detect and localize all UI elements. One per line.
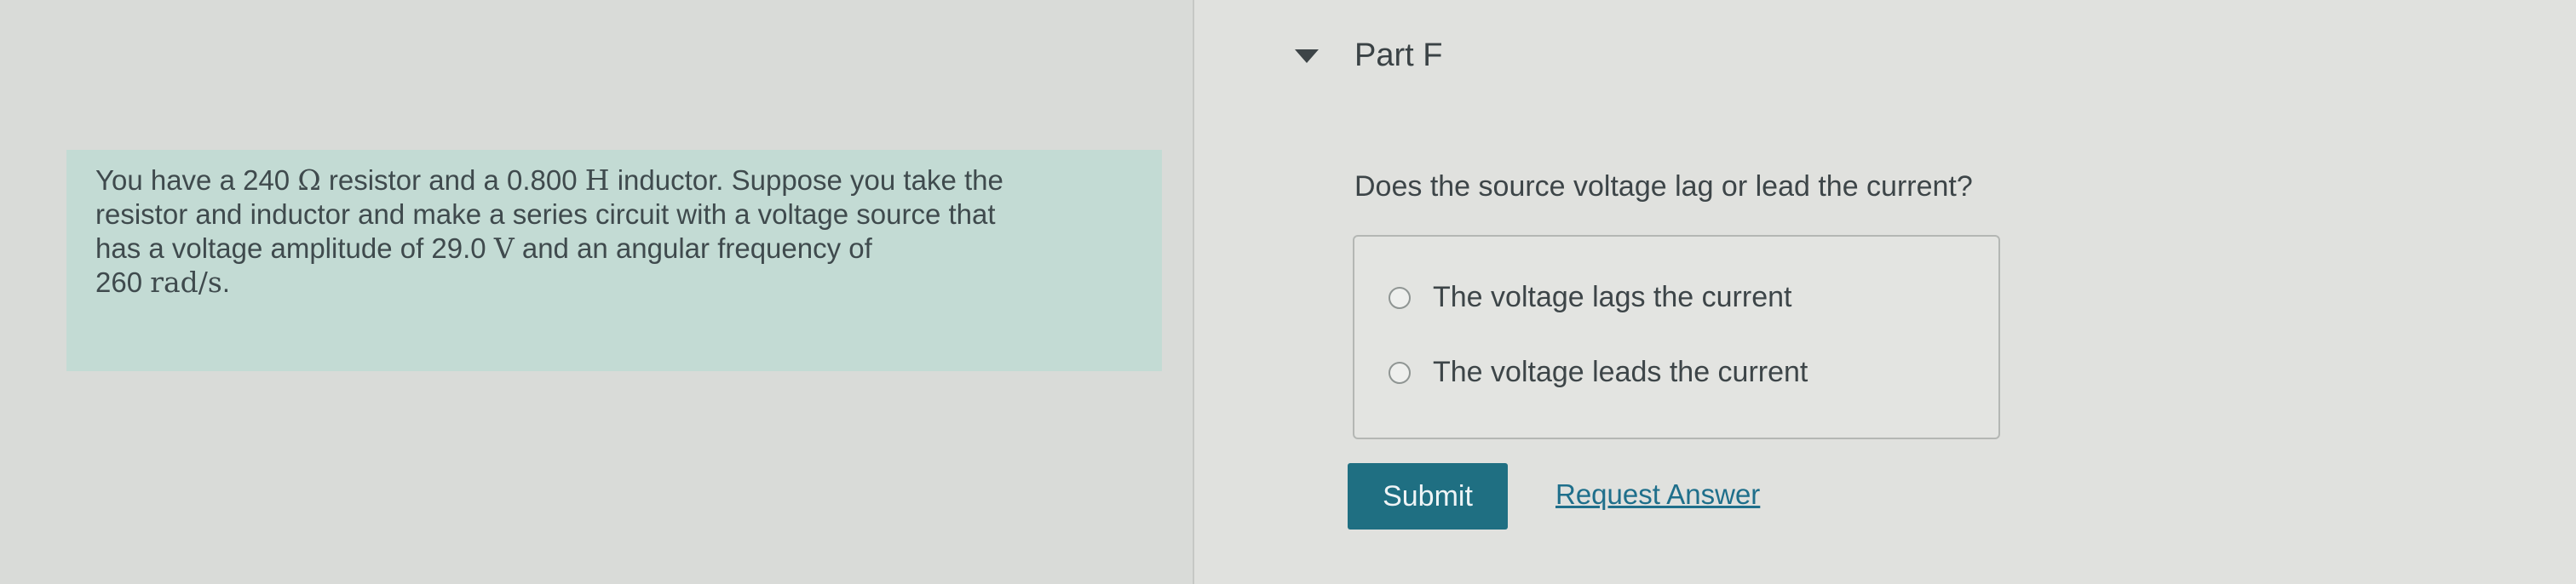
problem-text-1c: inductor. Suppose you take the: [609, 164, 1003, 196]
radio-button[interactable]: [1389, 361, 1411, 384]
radio-button[interactable]: [1389, 286, 1411, 309]
option-label: The voltage lags the current: [1433, 281, 1792, 313]
problem-text-4a: 260: [95, 266, 151, 298]
problem-text-3a: has a voltage amplitude of 29.0: [95, 232, 494, 264]
answer-options: The voltage lags the current The voltage…: [1353, 235, 2000, 439]
option-voltage-lags[interactable]: The voltage lags the current: [1389, 281, 1791, 314]
problem-text-2: resistor and inductor and make a series …: [95, 198, 996, 230]
problem-text-1a: You have a 240: [95, 164, 298, 196]
problem-text-1b: resistor and a 0.800: [320, 164, 585, 196]
caret-down-icon[interactable]: [1295, 49, 1319, 63]
option-label: The voltage leads the current: [1433, 356, 1808, 388]
question-text: Does the source voltage lag or lead the …: [1354, 170, 1973, 203]
part-header[interactable]: Part F: [1295, 37, 1442, 74]
problem-statement-box: You have a 240 Ω resistor and a 0.800 H …: [66, 150, 1162, 371]
request-answer-link[interactable]: Request Answer: [1555, 478, 1760, 511]
submit-button[interactable]: Submit: [1348, 463, 1508, 530]
part-title: Part F: [1354, 37, 1443, 73]
problem-statement: You have a 240 Ω resistor and a 0.800 H …: [95, 163, 1133, 300]
volt-symbol: V: [493, 232, 515, 265]
ohm-symbol: Ω: [297, 163, 321, 197]
henry-symbol: H: [584, 163, 610, 197]
rad-per-second-unit: rad/s: [150, 266, 222, 299]
problem-pane: You have a 240 Ω resistor and a 0.800 H …: [0, 0, 1193, 584]
problem-text-3b: and an angular frequency of: [514, 232, 872, 264]
option-voltage-leads[interactable]: The voltage leads the current: [1389, 356, 1808, 389]
problem-text-4b: .: [221, 266, 231, 298]
